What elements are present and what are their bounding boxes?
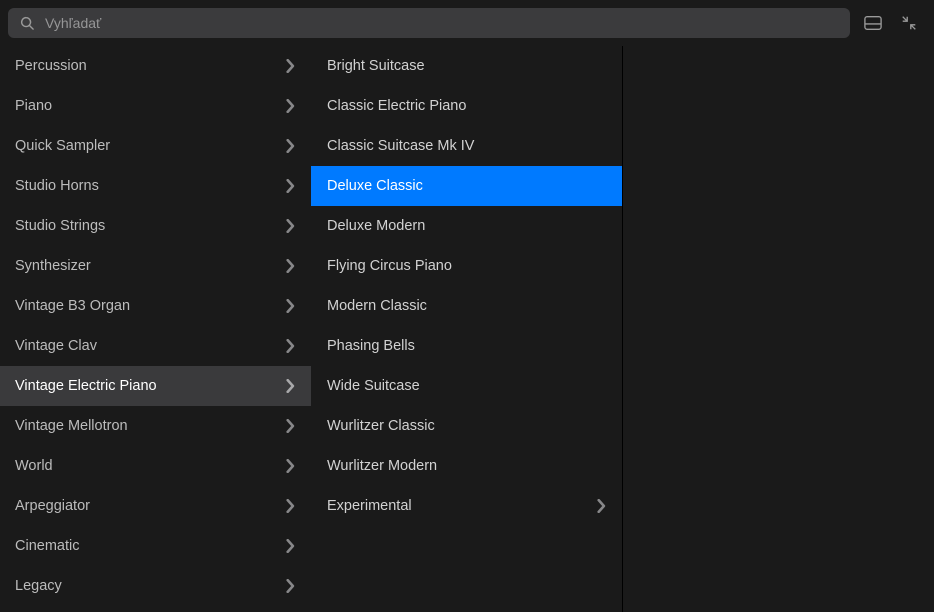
browser-columns: Percussion Piano Quick Sampler Studio Horns… — [0, 46, 934, 612]
list-item-label: Modern Classic — [327, 298, 427, 314]
search-input-wrap[interactable] — [8, 8, 850, 38]
chevron-right-icon — [285, 539, 295, 553]
list-item-label: Bright Suitcase — [327, 58, 425, 74]
search-bar — [0, 0, 934, 46]
list-item[interactable]: Deluxe Classic — [311, 166, 622, 206]
chevron-right-icon — [285, 139, 295, 153]
list-item-label: Synthesizer — [15, 258, 91, 274]
list-item-label: Studio Horns — [15, 178, 99, 194]
list-item[interactable]: Percussion — [0, 46, 311, 86]
list-item-label: Classic Suitcase Mk IV — [327, 138, 474, 154]
chevron-right-icon — [285, 179, 295, 193]
list-item-label: Vintage B3 Organ — [15, 298, 130, 314]
list-item[interactable]: Experimental — [311, 486, 622, 526]
chevron-right-icon — [285, 99, 295, 113]
chevron-right-icon — [596, 499, 606, 513]
list-item[interactable]: Vintage B3 Organ — [0, 286, 311, 326]
chevron-right-icon — [285, 419, 295, 433]
list-item[interactable]: Phasing Bells — [311, 326, 622, 366]
chevron-right-icon — [285, 299, 295, 313]
toolbar-icons — [864, 14, 924, 32]
chevron-right-icon — [285, 219, 295, 233]
list-item-label: Vintage Electric Piano — [15, 378, 157, 394]
view-mode-icon[interactable] — [864, 14, 882, 32]
list-item[interactable]: Piano — [0, 86, 311, 126]
list-item-label: Legacy — [15, 578, 62, 594]
list-item[interactable]: Deluxe Modern — [311, 206, 622, 246]
list-item[interactable]: Vintage Electric Piano — [0, 366, 311, 406]
list-item-label: Vintage Mellotron — [15, 418, 128, 434]
list-item-label: Wurlitzer Classic — [327, 418, 435, 434]
list-item[interactable]: Legacy — [0, 566, 311, 606]
list-item[interactable]: Studio Horns — [0, 166, 311, 206]
list-item[interactable]: Cinematic — [0, 526, 311, 566]
list-item[interactable]: Wurlitzer Classic — [311, 406, 622, 446]
chevron-right-icon — [285, 379, 295, 393]
chevron-right-icon — [285, 59, 295, 73]
list-item-label: Studio Strings — [15, 218, 105, 234]
list-item-label: Percussion — [15, 58, 87, 74]
list-item[interactable]: Bright Suitcase — [311, 46, 622, 86]
category-column: Percussion Piano Quick Sampler Studio Horns… — [0, 46, 311, 612]
chevron-right-icon — [285, 579, 295, 593]
list-item[interactable]: Classic Suitcase Mk IV — [311, 126, 622, 166]
chevron-right-icon — [285, 499, 295, 513]
list-item[interactable]: Synthesizer — [0, 246, 311, 286]
list-item-label: Wide Suitcase — [327, 378, 420, 394]
list-item-label: Deluxe Classic — [327, 178, 423, 194]
list-item-label: Cinematic — [15, 538, 79, 554]
list-item-label: Vintage Clav — [15, 338, 97, 354]
chevron-right-icon — [285, 259, 295, 273]
list-item[interactable]: Vintage Mellotron — [0, 406, 311, 446]
list-item-label: Flying Circus Piano — [327, 258, 452, 274]
list-item-label: Deluxe Modern — [327, 218, 425, 234]
preset-column: Bright Suitcase Classic Electric Piano Cla… — [311, 46, 622, 612]
list-item[interactable]: Wide Suitcase — [311, 366, 622, 406]
list-item[interactable]: Modern Classic — [311, 286, 622, 326]
list-item[interactable]: Vintage Clav — [0, 326, 311, 366]
list-item[interactable]: World — [0, 446, 311, 486]
list-item-label: Quick Sampler — [15, 138, 110, 154]
list-item-label: Phasing Bells — [327, 338, 415, 354]
list-item-label: Experimental — [327, 498, 412, 514]
detail-column — [622, 46, 934, 612]
list-item[interactable]: Arpeggiator — [0, 486, 311, 526]
list-item[interactable]: Classic Electric Piano — [311, 86, 622, 126]
search-input[interactable] — [35, 15, 838, 31]
list-item[interactable]: Quick Sampler — [0, 126, 311, 166]
list-item[interactable]: Studio Strings — [0, 206, 311, 246]
list-item-label: Wurlitzer Modern — [327, 458, 437, 474]
list-item[interactable]: Wurlitzer Modern — [311, 446, 622, 486]
list-item-label: World — [15, 458, 53, 474]
list-item-label: Arpeggiator — [15, 498, 90, 514]
list-item-label: Piano — [15, 98, 52, 114]
list-item[interactable]: Flying Circus Piano — [311, 246, 622, 286]
chevron-right-icon — [285, 459, 295, 473]
collapse-icon[interactable] — [900, 14, 918, 32]
search-icon — [20, 16, 35, 31]
chevron-right-icon — [285, 339, 295, 353]
list-item-label: Classic Electric Piano — [327, 98, 466, 114]
